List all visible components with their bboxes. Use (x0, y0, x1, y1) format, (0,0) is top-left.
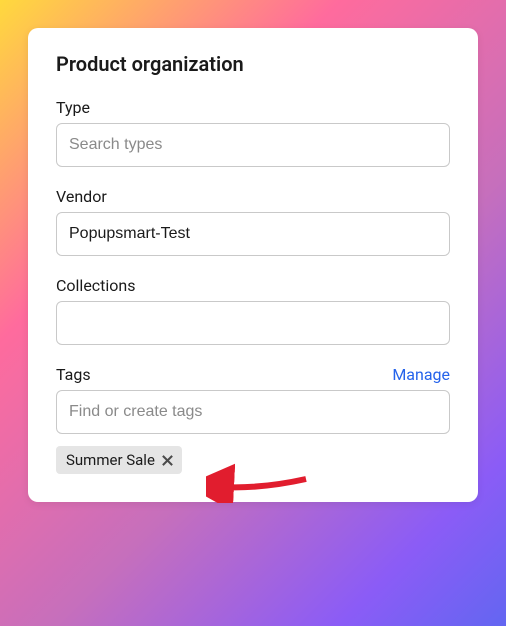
card-title: Product organization (56, 52, 450, 76)
type-field-group: Type (56, 98, 450, 167)
type-label: Type (56, 98, 90, 117)
vendor-field-group: Vendor (56, 187, 450, 256)
tag-chip: Summer Sale (56, 446, 182, 474)
collections-label: Collections (56, 276, 136, 295)
close-icon (161, 454, 174, 467)
vendor-input[interactable] (56, 212, 450, 256)
tag-label: Summer Sale (66, 451, 155, 469)
type-input[interactable] (56, 123, 450, 167)
tags-input[interactable] (56, 390, 450, 434)
remove-tag-button[interactable] (161, 454, 174, 467)
vendor-label: Vendor (56, 187, 107, 206)
tag-list: Summer Sale (56, 446, 450, 474)
collections-input[interactable] (56, 301, 450, 345)
tags-label: Tags (56, 365, 91, 384)
manage-tags-link[interactable]: Manage (392, 365, 450, 384)
product-organization-card: Product organization Type Vendor Collect… (28, 28, 478, 502)
collections-field-group: Collections (56, 276, 450, 345)
tags-field-group: Tags Manage Summer Sale (56, 365, 450, 474)
